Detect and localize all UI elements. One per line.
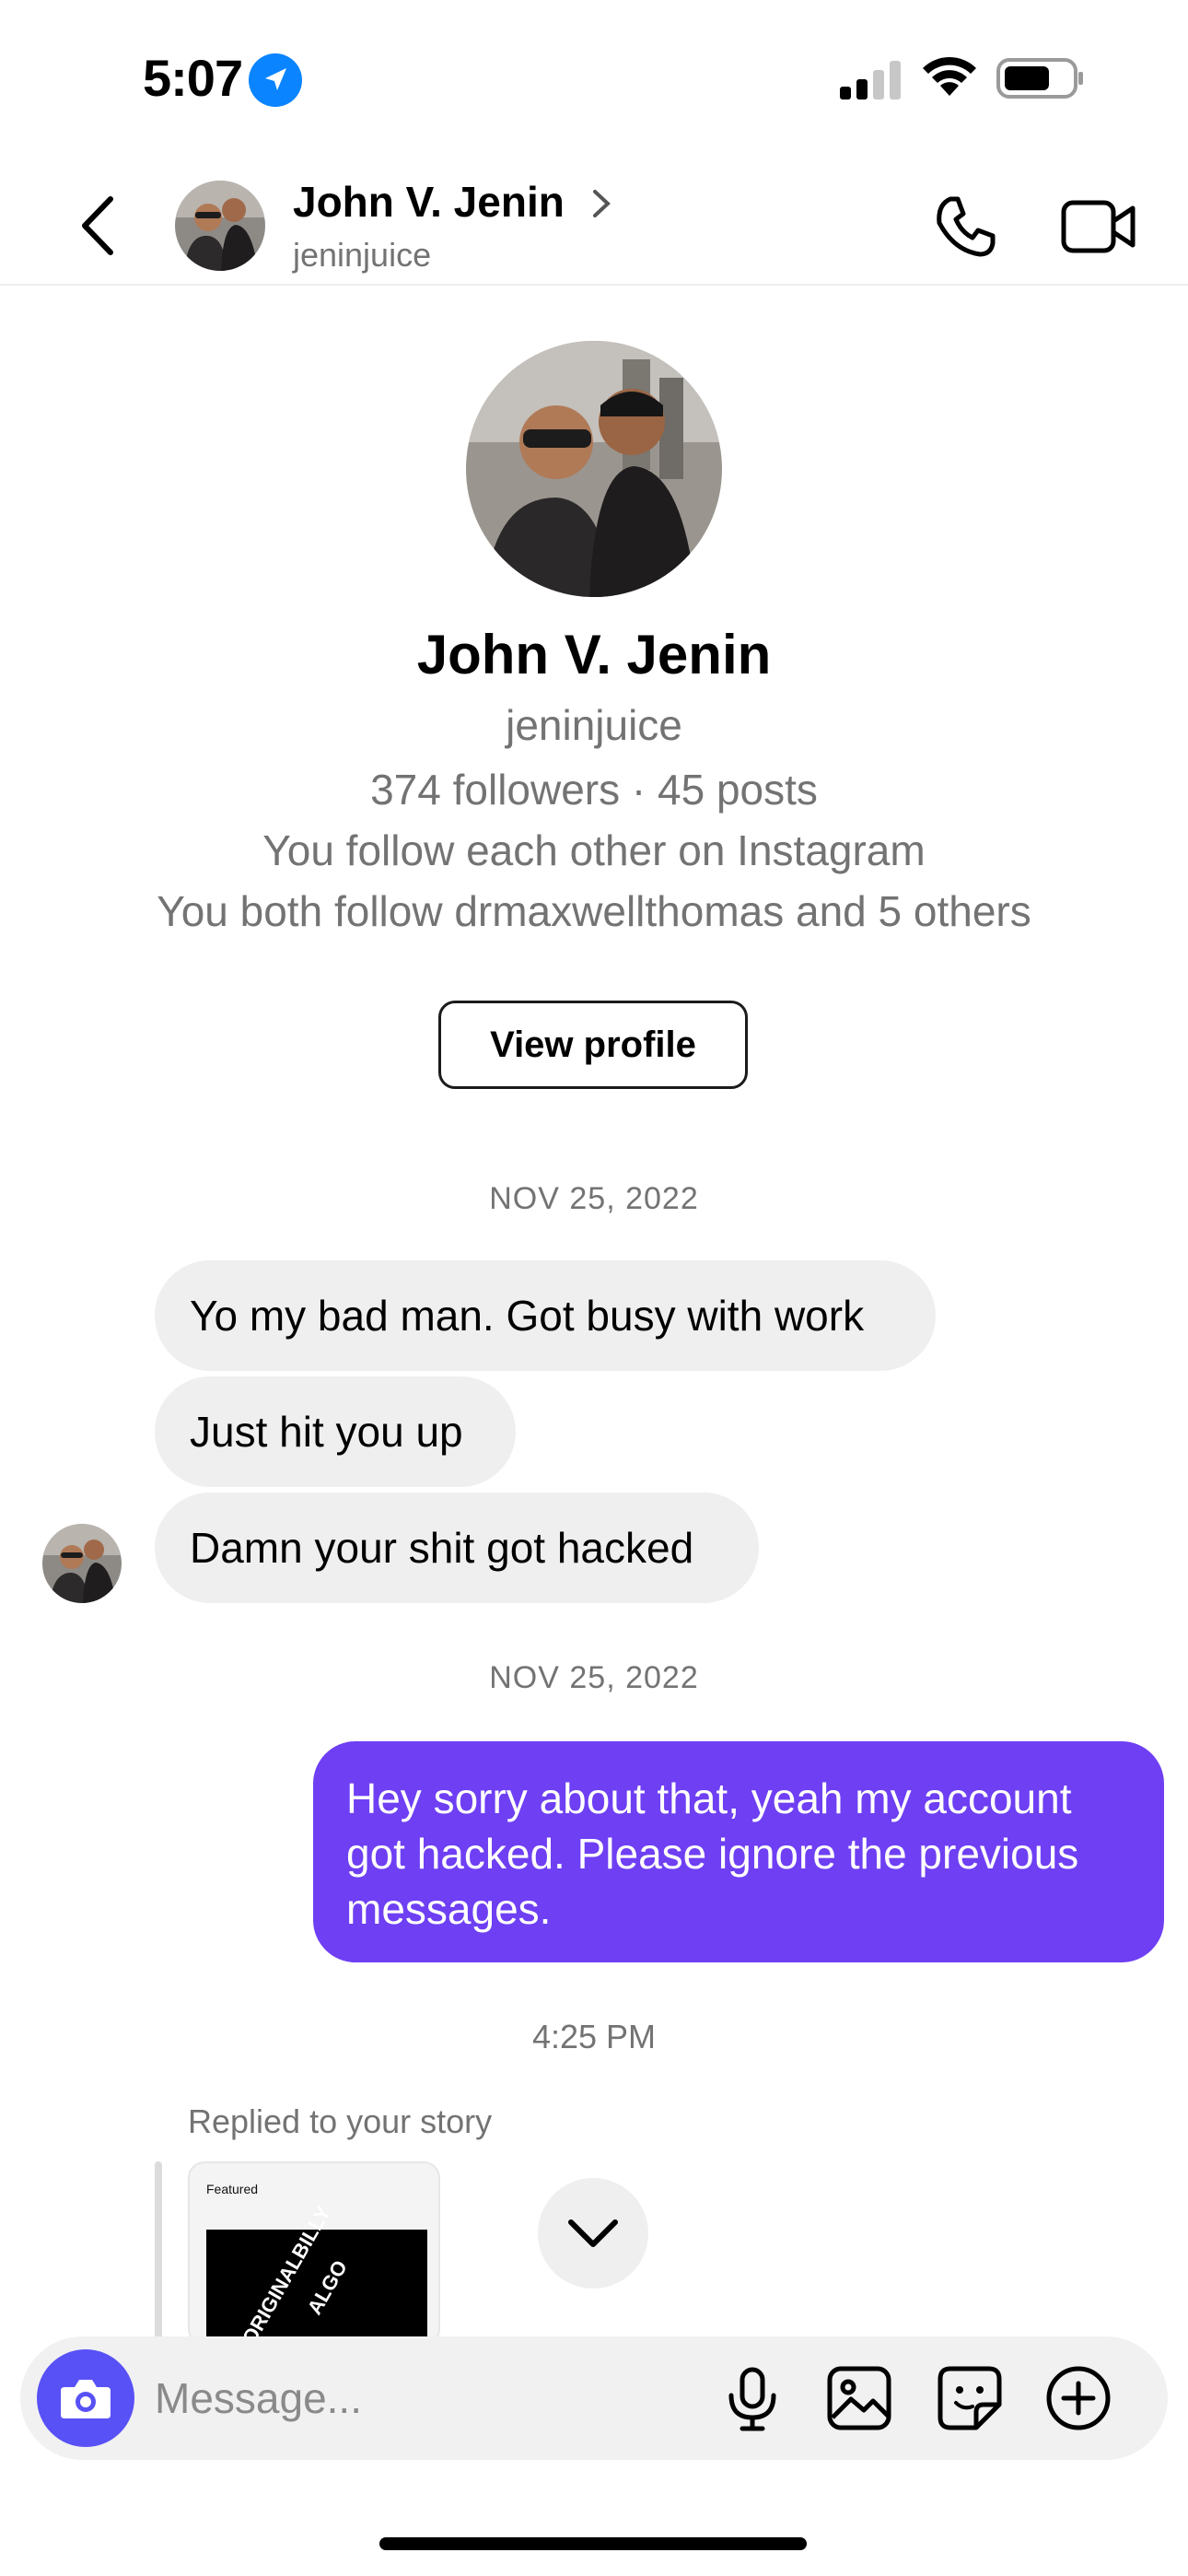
header-username: jeninjuice xyxy=(293,236,432,274)
received-message[interactable]: Damn your shit got hacked xyxy=(155,1493,759,1603)
header-name[interactable]: John V. Jenin xyxy=(293,177,565,227)
profile-stats: 374 followers · 45 posts xyxy=(370,766,818,814)
received-message[interactable]: Yo my bad man. Got busy with work xyxy=(155,1260,936,1371)
chevron-down-icon xyxy=(568,2219,618,2247)
story-featured-label: Featured xyxy=(206,2182,259,2196)
status-time: 5:07 xyxy=(143,49,243,107)
signal-icon xyxy=(840,61,901,100)
header-avatar[interactable] xyxy=(175,181,265,271)
mutual-follow-text: You follow each other on Instagram xyxy=(262,826,926,874)
phone-icon[interactable] xyxy=(932,193,998,260)
view-profile-button[interactable]: View profile xyxy=(438,1001,748,1089)
mutual-friends-text: You both follow drmaxwellthomas and 5 ot… xyxy=(157,887,1031,935)
scroll-down-button[interactable] xyxy=(538,2178,648,2289)
story-text: ALGO xyxy=(302,2255,353,2319)
story-image: OFORIGINALBILLY ALGO xyxy=(206,2202,427,2344)
video-icon[interactable] xyxy=(1061,197,1136,256)
date-separator: NOV 25, 2022 xyxy=(489,1181,699,1216)
camera-button[interactable] xyxy=(37,2349,134,2447)
battery-icon xyxy=(996,58,1083,99)
story-reply-bar xyxy=(155,2161,162,2346)
sticker-icon[interactable] xyxy=(936,2364,1004,2432)
message-composer xyxy=(20,2336,1168,2460)
chat-header: John V. Jenin jeninjuice xyxy=(0,166,1188,286)
status-bar: 5:07 xyxy=(0,0,1188,157)
profile-name: John V. Jenin xyxy=(416,624,772,685)
camera-icon xyxy=(61,2380,111,2418)
microphone-icon[interactable] xyxy=(718,2364,786,2432)
plus-icon[interactable] xyxy=(1044,2364,1112,2432)
wifi-icon xyxy=(923,56,976,96)
gallery-icon[interactable] xyxy=(825,2364,893,2432)
back-icon[interactable] xyxy=(72,193,127,258)
message-input[interactable] xyxy=(155,2364,707,2432)
profile-avatar[interactable] xyxy=(466,341,722,597)
received-message[interactable]: Just hit you up xyxy=(155,1376,516,1487)
sent-message[interactable]: Hey sorry about that, yeah my account go… xyxy=(313,1741,1164,1962)
story-reply-label: Replied to your story xyxy=(188,2102,493,2140)
profile-username: jeninjuice xyxy=(506,701,682,749)
location-icon xyxy=(249,53,302,107)
story-thumbnail[interactable]: Featured OFORIGINALBILLY ALGO xyxy=(188,2161,440,2346)
home-indicator[interactable] xyxy=(379,2537,807,2550)
chevron-right-icon[interactable] xyxy=(589,188,613,219)
sender-avatar[interactable] xyxy=(42,1524,122,1603)
time-separator: 4:25 PM xyxy=(531,2018,657,2055)
date-separator: NOV 25, 2022 xyxy=(489,1660,699,1695)
story-text: OFORIGINALBILLY xyxy=(223,2202,336,2346)
